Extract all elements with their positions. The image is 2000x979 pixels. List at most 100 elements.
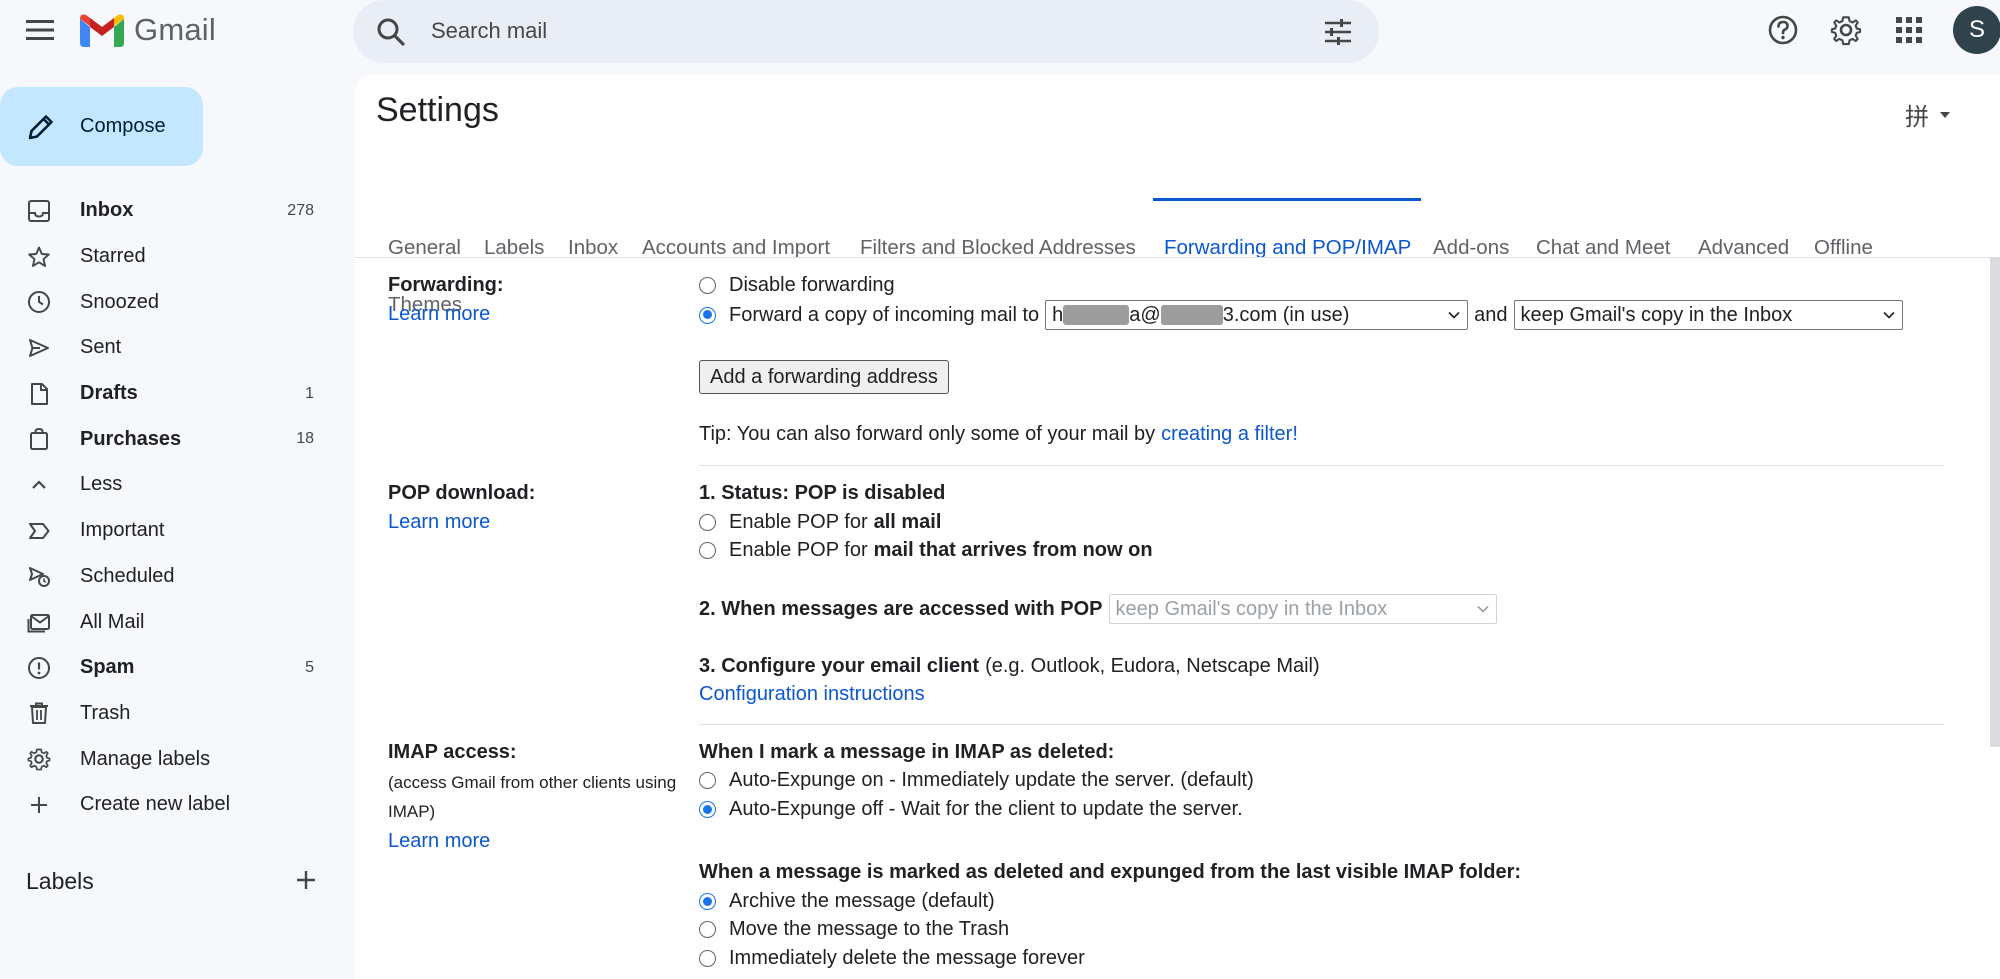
main-menu-button[interactable] [22,12,58,48]
section-divider [699,465,1944,466]
forward-copy-option[interactable]: Forward a copy of incoming mail to h a@ 3.… [699,300,1903,330]
config-instructions-row: Configuration instructions [699,683,925,706]
sidebar-item-count: 278 [287,201,314,219]
auto-expunge-off-radio[interactable] [699,801,716,818]
sidebar-item-important[interactable]: Important [0,508,330,554]
imap-note: (access Gmail from other clients using I… [388,773,677,821]
configure-client-row: 3. Configure your email client (e.g. Out… [699,655,1320,677]
sidebar-item-snoozed[interactable]: Snoozed [0,279,330,325]
help-icon [1768,15,1798,45]
sidebar-item-label: Manage labels [80,747,211,770]
search-icon[interactable] [375,16,407,48]
active-tab-indicator [1153,198,1421,201]
star-icon [26,244,52,270]
sidebar-item-scheduled[interactable]: Scheduled [0,554,330,600]
imap-deleted-heading: When I mark a message in IMAP as deleted… [699,741,1115,763]
vertical-scrollbar[interactable] [1990,257,2000,747]
apps-button[interactable] [1889,10,1929,50]
disable-forwarding-radio[interactable] [699,277,716,294]
creating-a-filter-link[interactable]: creating a filter! [1161,423,1298,446]
plus-icon [26,792,52,818]
sidebar-item-label: Snoozed [80,290,159,313]
account-avatar[interactable]: S [1953,6,2000,54]
chevron-up-icon [26,472,52,498]
sidebar-item-sent[interactable]: Sent [0,325,330,371]
enable-pop-from-now-radio[interactable] [699,542,716,559]
redacted-text [1160,305,1223,325]
inbox-icon [26,198,52,224]
auto-expunge-off-option[interactable]: Auto-Expunge off - Wait for the client t… [699,798,1243,821]
apps-grid-icon [1896,17,1922,43]
delete-forever-radio[interactable] [699,950,716,967]
chevron-down-icon [1882,311,1895,319]
pop-learn-more-link[interactable]: Learn more [388,511,490,534]
sidebar-item-create-label[interactable]: Create new label [0,782,330,828]
sidebar-item-manage-labels[interactable]: Manage labels [0,736,330,782]
compose-button[interactable]: Compose [0,87,203,166]
imap-learn-more-link[interactable]: Learn more [388,830,490,853]
pop-access-action-select[interactable]: keep Gmail's copy in the Inbox [1108,594,1497,624]
archive-message-radio[interactable] [699,893,716,910]
sidebar-item-count: 5 [305,658,314,676]
input-tools-button[interactable]: 拼 [1905,97,1953,132]
gmail-wordmark: Gmail [134,12,216,47]
sidebar-item-less[interactable]: Less [0,462,330,508]
support-button[interactable] [1763,10,1803,50]
hamburger-icon [26,20,54,40]
forward-copy-radio[interactable] [699,306,716,324]
sidebar-item-all-mail[interactable]: All Mail [0,599,330,645]
pop-status: 1. Status: POP is disabled [699,482,946,504]
move-to-trash-radio[interactable] [699,921,716,938]
auto-expunge-on-radio[interactable] [699,772,716,789]
sidebar-item-inbox[interactable]: Inbox 278 [0,188,330,234]
auto-expunge-on-option[interactable]: Auto-Expunge on - Immediately update the… [699,769,1254,792]
sidebar-item-starred[interactable]: Starred [0,234,330,280]
pop-download-label: POP download: [388,482,536,504]
trash-icon [26,700,52,726]
sidebar-nav: Inbox 278 Starred Snoozed Sent Drafts 1 … [0,188,330,828]
sidebar-item-label: Less [80,473,123,496]
configuration-instructions-link[interactable]: Configuration instructions [699,683,925,706]
sidebar-item-purchases[interactable]: Purchases 18 [0,416,330,462]
chevron-down-icon [1476,605,1489,613]
search-bar [353,0,1379,63]
gear-icon [1830,16,1862,46]
sidebar-item-drafts[interactable]: Drafts 1 [0,371,330,417]
forwarding-address-select[interactable]: h a@ 3.com (in use) [1045,300,1469,330]
disable-forwarding-label: Disable forwarding [729,274,895,296]
sidebar-item-count: 18 [296,430,314,448]
sidebar-item-spam[interactable]: Spam 5 [0,645,330,691]
enable-pop-all-radio[interactable] [699,514,716,531]
archive-message-option[interactable]: Archive the message (default) [699,890,995,913]
search-options-icon[interactable] [1321,15,1355,49]
labels-heading: Labels [26,868,94,894]
caret-down-icon [1940,111,1950,118]
gmail-m-icon [80,14,124,47]
draft-icon [26,381,52,407]
enable-pop-all-option[interactable]: Enable POP for all mail [699,511,941,534]
shopping-bag-icon [26,426,52,452]
gmail-logo[interactable]: Gmail [80,10,216,50]
tabs-divider [355,257,2000,258]
enable-pop-from-now-option[interactable]: Enable POP for mail that arrives from no… [699,539,1153,562]
sidebar-item-label: Purchases [80,427,182,450]
top-bar: Gmail S [0,0,2000,63]
redacted-text [1063,305,1130,325]
clock-icon [26,289,52,315]
add-forwarding-address-button[interactable]: Add a forwarding address [699,360,949,394]
sidebar-item-trash[interactable]: Trash [0,691,330,737]
delete-forever-option[interactable]: Immediately delete the message forever [699,947,1085,970]
disable-forwarding-option[interactable]: Disable forwarding [699,274,895,297]
imap-access-label: IMAP access: [388,741,517,763]
forwarding-learn-more-link[interactable]: Learn more [388,303,490,326]
sidebar-item-label: Sent [80,336,122,359]
sidebar-item-label: Scheduled [80,564,175,587]
move-to-trash-option[interactable]: Move the message to the Trash [699,918,1009,941]
settings-panel: Settings 拼 General Labels Inbox Accounts… [355,75,2000,979]
add-label-icon[interactable] [292,866,320,894]
search-input[interactable] [431,13,1271,49]
forwarding-action-select[interactable]: keep Gmail's copy in the Inbox [1513,300,1903,330]
settings-button[interactable] [1826,10,1866,50]
pencil-icon [28,114,53,139]
sidebar-item-count: 1 [305,384,314,402]
